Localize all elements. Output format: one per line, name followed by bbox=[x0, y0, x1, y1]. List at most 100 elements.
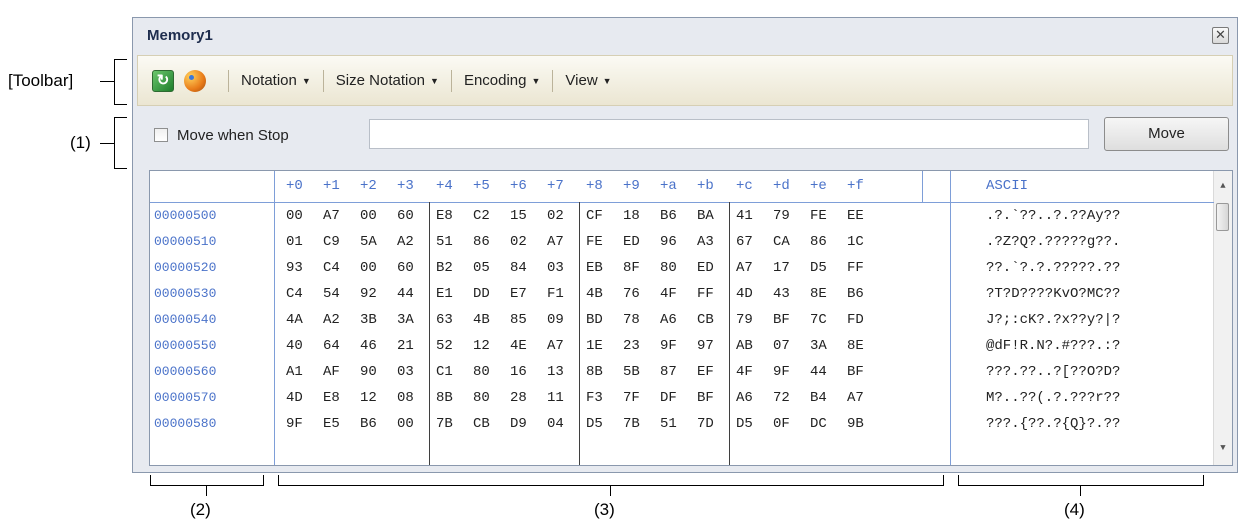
byte-cell[interactable]: 3A bbox=[397, 309, 414, 331]
byte-cell[interactable]: 9F bbox=[286, 413, 303, 435]
byte-cell[interactable]: 23 bbox=[623, 335, 640, 357]
byte-cell[interactable]: 51 bbox=[660, 413, 677, 435]
byte-cell[interactable]: 52 bbox=[436, 335, 453, 357]
byte-cell[interactable]: 12 bbox=[473, 335, 490, 357]
encoding-menu[interactable]: Encoding ▼ bbox=[464, 72, 540, 89]
byte-cell[interactable]: C2 bbox=[473, 205, 490, 227]
byte-cell[interactable]: 4D bbox=[736, 283, 753, 305]
scrollbar-thumb[interactable] bbox=[1216, 203, 1229, 231]
byte-cell[interactable]: 72 bbox=[773, 387, 790, 409]
byte-cell[interactable]: 78 bbox=[623, 309, 640, 331]
byte-cell[interactable]: A7 bbox=[323, 205, 340, 227]
byte-cell[interactable]: 64 bbox=[323, 335, 340, 357]
byte-cell[interactable]: 90 bbox=[360, 361, 377, 383]
byte-cell[interactable]: 7B bbox=[436, 413, 453, 435]
byte-cell[interactable]: 87 bbox=[660, 361, 677, 383]
byte-cell[interactable]: DF bbox=[660, 387, 677, 409]
byte-cell[interactable]: 28 bbox=[510, 387, 527, 409]
size-notation-menu[interactable]: Size Notation ▼ bbox=[336, 72, 439, 89]
palette-icon[interactable] bbox=[184, 69, 206, 92]
byte-cell[interactable]: 67 bbox=[736, 231, 753, 253]
byte-cell[interactable]: 8B bbox=[586, 361, 603, 383]
byte-cell[interactable]: 9B bbox=[847, 413, 864, 435]
byte-cell[interactable]: FF bbox=[697, 283, 714, 305]
byte-cell[interactable]: 00 bbox=[360, 257, 377, 279]
byte-cell[interactable]: 4A bbox=[286, 309, 303, 331]
byte-cell[interactable]: 79 bbox=[736, 309, 753, 331]
byte-cell[interactable]: 51 bbox=[436, 231, 453, 253]
byte-cell[interactable]: 13 bbox=[547, 361, 564, 383]
byte-cell[interactable]: 80 bbox=[473, 387, 490, 409]
byte-cell[interactable]: 8F bbox=[623, 257, 640, 279]
byte-cell[interactable]: CA bbox=[773, 231, 790, 253]
byte-cell[interactable]: 76 bbox=[623, 283, 640, 305]
byte-cell[interactable]: C1 bbox=[436, 361, 453, 383]
byte-cell[interactable]: E8 bbox=[436, 205, 453, 227]
byte-cell[interactable]: E7 bbox=[510, 283, 527, 305]
byte-cell[interactable]: A2 bbox=[323, 309, 340, 331]
byte-cell[interactable]: 16 bbox=[510, 361, 527, 383]
scroll-up-icon[interactable]: ▲ bbox=[1214, 177, 1232, 195]
byte-cell[interactable]: CB bbox=[697, 309, 714, 331]
byte-cell[interactable]: DD bbox=[473, 283, 490, 305]
byte-cell[interactable]: C4 bbox=[323, 257, 340, 279]
byte-cell[interactable]: C4 bbox=[286, 283, 303, 305]
byte-cell[interactable]: 04 bbox=[547, 413, 564, 435]
address-input[interactable] bbox=[369, 119, 1089, 149]
byte-cell[interactable]: 15 bbox=[510, 205, 527, 227]
byte-cell[interactable]: 80 bbox=[660, 257, 677, 279]
byte-cell[interactable]: 8E bbox=[847, 335, 864, 357]
byte-cell[interactable]: 63 bbox=[436, 309, 453, 331]
byte-cell[interactable]: 4F bbox=[660, 283, 677, 305]
byte-cell[interactable]: 11 bbox=[547, 387, 564, 409]
byte-cell[interactable]: 02 bbox=[510, 231, 527, 253]
byte-cell[interactable]: EF bbox=[697, 361, 714, 383]
byte-cell[interactable]: 4D bbox=[286, 387, 303, 409]
byte-cell[interactable]: 07 bbox=[773, 335, 790, 357]
byte-cell[interactable]: C9 bbox=[323, 231, 340, 253]
byte-cell[interactable]: 05 bbox=[473, 257, 490, 279]
byte-cell[interactable]: 7D bbox=[697, 413, 714, 435]
byte-cell[interactable]: A7 bbox=[547, 335, 564, 357]
byte-cell[interactable]: 7C bbox=[810, 309, 827, 331]
byte-cell[interactable]: 46 bbox=[360, 335, 377, 357]
byte-cell[interactable]: E1 bbox=[436, 283, 453, 305]
byte-cell[interactable]: 8E bbox=[810, 283, 827, 305]
byte-cell[interactable]: 97 bbox=[697, 335, 714, 357]
byte-cell[interactable]: 00 bbox=[286, 205, 303, 227]
byte-cell[interactable]: 09 bbox=[547, 309, 564, 331]
byte-cell[interactable]: EE bbox=[847, 205, 864, 227]
byte-cell[interactable]: 7F bbox=[623, 387, 640, 409]
byte-cell[interactable]: A6 bbox=[660, 309, 677, 331]
byte-cell[interactable]: 3A bbox=[810, 335, 827, 357]
byte-cell[interactable]: 00 bbox=[360, 205, 377, 227]
byte-cell[interactable]: E5 bbox=[323, 413, 340, 435]
byte-cell[interactable]: A6 bbox=[736, 387, 753, 409]
view-menu[interactable]: View ▼ bbox=[565, 72, 611, 89]
byte-cell[interactable]: 7B bbox=[623, 413, 640, 435]
byte-cell[interactable]: AF bbox=[323, 361, 340, 383]
notation-menu[interactable]: Notation ▼ bbox=[241, 72, 311, 89]
byte-cell[interactable]: BD bbox=[586, 309, 603, 331]
byte-cell[interactable]: A1 bbox=[286, 361, 303, 383]
byte-cell[interactable]: 00 bbox=[397, 413, 414, 435]
byte-cell[interactable]: B2 bbox=[436, 257, 453, 279]
byte-cell[interactable]: 96 bbox=[660, 231, 677, 253]
byte-cell[interactable]: 17 bbox=[773, 257, 790, 279]
byte-cell[interactable]: 4E bbox=[510, 335, 527, 357]
byte-cell[interactable]: 18 bbox=[623, 205, 640, 227]
byte-cell[interactable]: 1E bbox=[586, 335, 603, 357]
byte-cell[interactable]: 01 bbox=[286, 231, 303, 253]
byte-cell[interactable]: FE bbox=[586, 231, 603, 253]
byte-cell[interactable]: 84 bbox=[510, 257, 527, 279]
byte-cell[interactable]: 92 bbox=[360, 283, 377, 305]
byte-cell[interactable]: 12 bbox=[360, 387, 377, 409]
byte-cell[interactable]: 54 bbox=[323, 283, 340, 305]
refresh-icon[interactable]: ↻ bbox=[152, 69, 174, 92]
byte-cell[interactable]: 43 bbox=[773, 283, 790, 305]
byte-cell[interactable]: D5 bbox=[736, 413, 753, 435]
close-icon[interactable]: ✕ bbox=[1212, 27, 1229, 44]
byte-cell[interactable]: D5 bbox=[586, 413, 603, 435]
byte-cell[interactable]: 79 bbox=[773, 205, 790, 227]
byte-cell[interactable]: FF bbox=[847, 257, 864, 279]
